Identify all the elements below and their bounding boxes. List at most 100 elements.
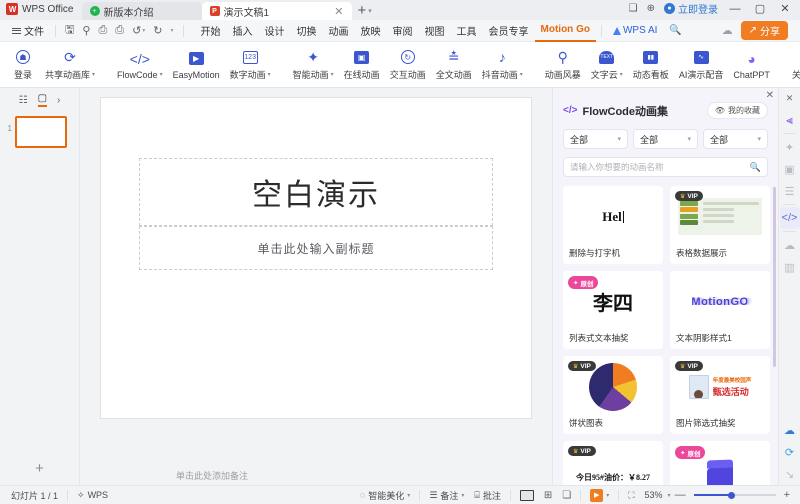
cloud-text-icon[interactable]: ☁ (780, 234, 800, 256)
slide-sorter-button[interactable]: ⊞ (539, 490, 557, 501)
expand-icon[interactable]: › (57, 95, 60, 106)
ribbon-number-animation-button[interactable]: 123 数字动画▾ (225, 43, 276, 87)
add-slide-button[interactable]: + (0, 451, 79, 485)
animation-card[interactable]: MotionGO 文本阴影样式1 (670, 271, 770, 349)
login-button[interactable]: ● 立即登录 (664, 1, 718, 16)
wps-status-item[interactable]: ✧ WPS (72, 490, 113, 501)
play-slideshow-button[interactable]: ▶ ▾ (585, 489, 614, 502)
notes-pane[interactable]: 单击此处添加备注 (80, 465, 552, 485)
menu-item-review[interactable]: 审阅 (387, 20, 419, 42)
globe-icon[interactable]: ⊕ (647, 3, 655, 14)
menu-item-design[interactable]: 设计 (259, 20, 291, 42)
zoom-knob[interactable] (728, 492, 735, 499)
flowcode-icon[interactable]: </> (780, 207, 800, 229)
reading-view-button[interactable]: ❏ (557, 490, 576, 501)
dashboard-icon[interactable]: ▥ (780, 256, 800, 278)
animation-card[interactable]: ♛VIP (670, 186, 770, 264)
window-close-button[interactable]: ✕ (777, 2, 793, 15)
zoom-out-button[interactable]: — (671, 489, 690, 501)
outline-view-icon[interactable]: ☷ (19, 95, 28, 106)
ribbon-interactive-animation-button[interactable]: ↻ 交互动画 (385, 43, 431, 87)
ribbon-flowcode-button[interactable]: </> FlowCode▾ (112, 43, 168, 87)
more-commands-icon[interactable]: ▾ (167, 27, 178, 34)
slide-view-icon[interactable]: ▢ (38, 93, 47, 107)
filter-select-3[interactable]: 全部 ▾ (703, 129, 768, 149)
list-star-icon[interactable]: ☰ (780, 180, 800, 202)
thumbnail-preview[interactable] (15, 116, 67, 148)
title-placeholder[interactable]: 空白演示 (139, 158, 493, 226)
notes-button[interactable]: ☰ 备注 ▾ (424, 489, 469, 502)
maximize-button[interactable]: ▢ (752, 2, 768, 15)
animation-card[interactable]: ♛VIP 饼状图表 (563, 356, 663, 434)
close-icon[interactable]: ✕ (786, 92, 794, 109)
minimize-button[interactable]: — (727, 3, 743, 15)
menu-item-start[interactable]: 开始 (195, 20, 227, 42)
zoom-in-button[interactable]: + (780, 489, 794, 501)
animation-card[interactable]: ♛VIP 今日95#油价：￥8.27 (563, 441, 663, 485)
filter-select-1[interactable]: 全部 ▾ (563, 129, 628, 149)
animation-card[interactable]: ✦原创 (670, 441, 770, 485)
animation-search-box[interactable]: 🔍 (563, 157, 768, 177)
ribbon-online-animation-button[interactable]: ▣ 在线动画 (339, 43, 385, 87)
ribbon-dashboard-button[interactable]: ▮▮ 动态看板 (628, 43, 674, 87)
ribbon-shared-library-button[interactable]: ⟳ 共享动画库▾ (40, 43, 100, 87)
fit-to-window-button[interactable]: ⛶ (623, 490, 639, 501)
my-favorites-button[interactable]: 👁 我的收藏 (707, 102, 768, 119)
tab-new-version-intro[interactable]: + 新版本介绍 (82, 2, 202, 20)
menu-item-member[interactable]: 会员专享 (483, 20, 535, 42)
search-icon[interactable]: 🔍 (750, 162, 761, 173)
star-card-icon[interactable]: ▣ (780, 158, 800, 180)
menu-item-insert[interactable]: 插入 (227, 20, 259, 42)
file-menu-button[interactable]: 文件 (6, 23, 50, 38)
normal-view-button[interactable] (515, 490, 539, 501)
animation-card[interactable]: ♛VIP 年度最美校园声 甄选活动 图片筛选式抽奖 (670, 356, 770, 434)
menu-item-transition[interactable]: 切换 (291, 20, 323, 42)
tab-presentation-1[interactable]: P 演示文稿1 ✕ (202, 2, 352, 20)
comments-button[interactable]: ⌸ 批注 (469, 489, 505, 502)
search-icon[interactable]: 🔍 (663, 20, 687, 42)
share-circle-icon[interactable]: ⟳ (780, 441, 800, 463)
zoom-track[interactable] (694, 494, 776, 496)
ribbon-easymotion-button[interactable]: ▶ EasyMotion (168, 43, 225, 87)
link-icon[interactable]: ⚲ (78, 24, 94, 37)
filter-select-2[interactable]: 全部 ▾ (633, 129, 698, 149)
ribbon-tiktok-animation-button[interactable]: ♪ 抖音动画▾ (477, 43, 528, 87)
zoom-slider[interactable] (694, 494, 776, 496)
cloud-sync-icon[interactable]: ☁ (722, 24, 733, 37)
subtitle-placeholder[interactable]: 单击此处输入副标题 (139, 226, 493, 270)
thumbnail-item[interactable]: 1 (0, 116, 79, 148)
panel-close-icon[interactable]: ✕ (766, 90, 774, 101)
redo-icon[interactable]: ↻ (149, 24, 166, 37)
ribbon-full-text-animation-button[interactable]: ≛ 全文动画 (431, 43, 477, 87)
ribbon-chatppt-button[interactable]: ◕ ChatPPT (728, 43, 775, 87)
animation-card[interactable]: ✦原创 李四 列表式文本抽奖 (563, 271, 663, 349)
ribbon-about-settings-button[interactable]: ⚘ 关于&设置▾ (787, 43, 800, 87)
cloud-upload-icon[interactable]: ☁ (780, 419, 800, 441)
ribbon-animation-storm-button[interactable]: ⚲ 动画风暴 (540, 43, 586, 87)
animation-card[interactable]: Hel 删除与打字机 (563, 186, 663, 264)
zoom-level[interactable]: 53% (640, 490, 668, 500)
print-icon[interactable]: ⎙ (94, 24, 111, 37)
undo-icon[interactable]: ↺▾ (128, 24, 149, 37)
share-button[interactable]: ↗ 分享 (741, 21, 788, 40)
menu-item-animation[interactable]: 动画 (323, 20, 355, 42)
menu-item-motion-go[interactable]: Motion Go (535, 20, 596, 42)
slide-editor[interactable]: 空白演示 单击此处输入副标题 (101, 98, 531, 418)
motion-go-icon[interactable]: ⫷ (780, 109, 800, 131)
collapse-icon[interactable]: ↘ (780, 463, 800, 485)
save-icon[interactable]: 🖫 (61, 21, 78, 40)
smart-beautify-button[interactable]: ◌ 智能美化 ▾ (355, 489, 415, 502)
print-preview-icon[interactable]: ⎙ (111, 24, 128, 37)
menu-item-tools[interactable]: 工具 (451, 20, 483, 42)
ribbon-login-button[interactable]: ☗ 登录 (6, 43, 40, 87)
new-tab-button[interactable]: + ▾ (352, 2, 376, 20)
menu-item-slideshow[interactable]: 放映 (355, 20, 387, 42)
close-icon[interactable]: ✕ (324, 5, 343, 18)
menu-item-wps-ai[interactable]: WPS AI (607, 20, 663, 42)
ribbon-text-cloud-button[interactable]: TEXT 文字云▾ (586, 43, 628, 87)
ribbon-ai-voice-button[interactable]: ∿ AI演示配音 (674, 43, 729, 87)
panel-scrollbar[interactable] (773, 187, 776, 367)
window-layout-icon[interactable]: ❑ (629, 3, 638, 14)
search-input[interactable] (570, 162, 746, 172)
ribbon-smart-animation-button[interactable]: ✦ 智能动画▾ (288, 43, 339, 87)
